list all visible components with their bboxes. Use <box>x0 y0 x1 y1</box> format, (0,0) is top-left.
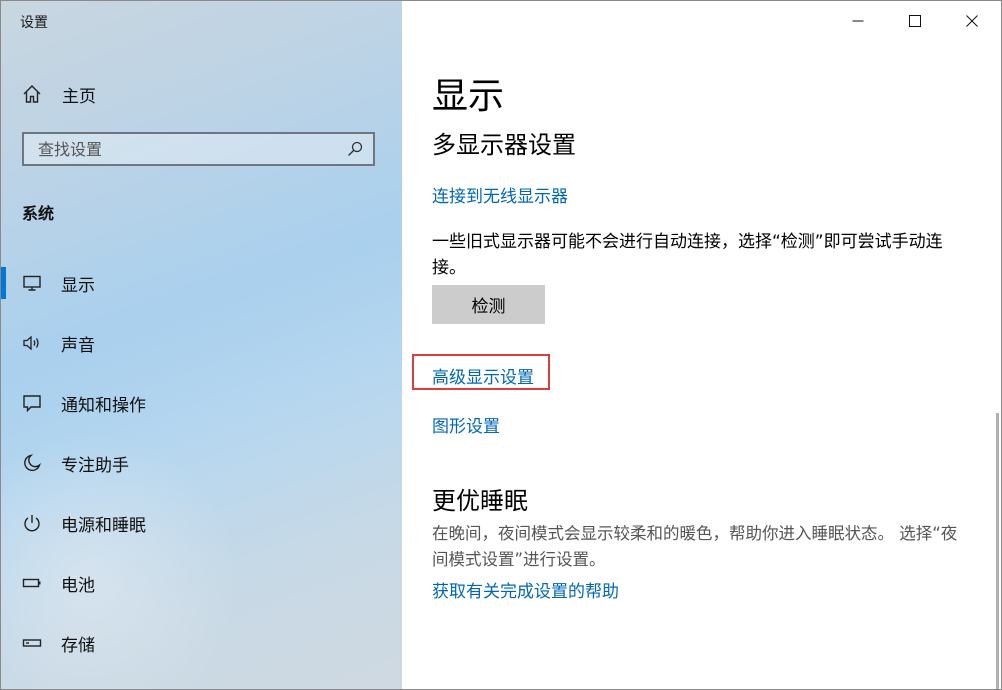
wireless-display-link[interactable]: 连接到无线显示器 <box>432 182 568 207</box>
content-pane: 显示 多显示器设置 连接到无线显示器 一些旧式显示器可能不会进行自动连接，选择“… <box>402 1 1001 689</box>
moon-icon <box>22 453 42 473</box>
sidebar: 设置 主页 系统 显示 声音 <box>1 1 402 689</box>
section-label-system: 系统 <box>22 204 55 223</box>
sidebar-item-sound[interactable]: 声音 <box>1 315 402 371</box>
sidebar-item-label: 专注助手 <box>61 456 129 476</box>
sleep-description: 在晚间，夜间模式会显示较柔和的暖色，帮助你进入睡眠状态。 选择“夜间模式设置”进… <box>432 524 958 569</box>
sidebar-item-notifications[interactable]: 通知和操作 <box>1 375 402 431</box>
sidebar-item-display[interactable]: 显示 <box>1 255 402 311</box>
help-link[interactable]: 获取有关完成设置的帮助 <box>432 577 619 602</box>
graphics-settings-link[interactable]: 图形设置 <box>432 412 500 437</box>
sidebar-item-focus-assist[interactable]: 专注助手 <box>1 435 402 491</box>
close-button[interactable] <box>947 1 997 41</box>
detect-button[interactable]: 检测 <box>432 285 545 324</box>
home-icon <box>20 82 44 106</box>
scrollbar[interactable] <box>996 413 999 689</box>
page-title: 显示 <box>432 76 505 117</box>
advanced-display-settings-link[interactable]: 高级显示设置 <box>432 363 534 388</box>
sidebar-item-power-sleep[interactable]: 电源和睡眠 <box>1 495 402 551</box>
monitor-icon <box>22 273 42 293</box>
sidebar-item-label: 电源和睡眠 <box>61 516 146 536</box>
maximize-button[interactable] <box>890 1 940 41</box>
sidebar-item-label: 存储 <box>61 636 95 656</box>
search-box[interactable] <box>22 132 375 166</box>
sleep-heading: 更优睡眠 <box>432 487 528 515</box>
sidebar-item-storage[interactable]: 存储 <box>1 615 402 671</box>
selected-indicator <box>1 267 6 299</box>
power-icon <box>22 513 42 533</box>
sidebar-home[interactable]: 主页 <box>20 79 380 109</box>
minimize-button[interactable] <box>833 1 883 41</box>
speaker-icon <box>22 333 42 353</box>
sidebar-item-label: 通知和操作 <box>61 396 146 416</box>
settings-window: 设置 主页 系统 显示 声音 <box>0 0 1002 690</box>
battery-icon <box>22 573 42 593</box>
sidebar-item-battery[interactable]: 电池 <box>1 555 402 611</box>
search-icon[interactable] <box>347 141 363 157</box>
sidebar-item-label: 声音 <box>61 336 95 356</box>
detect-description: 一些旧式显示器可能不会进行自动连接，选择“检测”即可尝试手动连接。 <box>432 232 943 278</box>
sidebar-item-label: 显示 <box>61 276 95 296</box>
notification-icon <box>22 393 42 413</box>
multi-display-heading: 多显示器设置 <box>432 131 576 159</box>
home-label: 主页 <box>62 86 96 107</box>
close-icon <box>966 15 978 27</box>
minimize-icon <box>852 20 864 22</box>
storage-icon <box>22 633 42 653</box>
search-input[interactable] <box>24 135 338 163</box>
sidebar-item-label: 电池 <box>61 576 95 596</box>
app-title: 设置 <box>20 15 48 31</box>
maximize-icon <box>909 15 921 27</box>
